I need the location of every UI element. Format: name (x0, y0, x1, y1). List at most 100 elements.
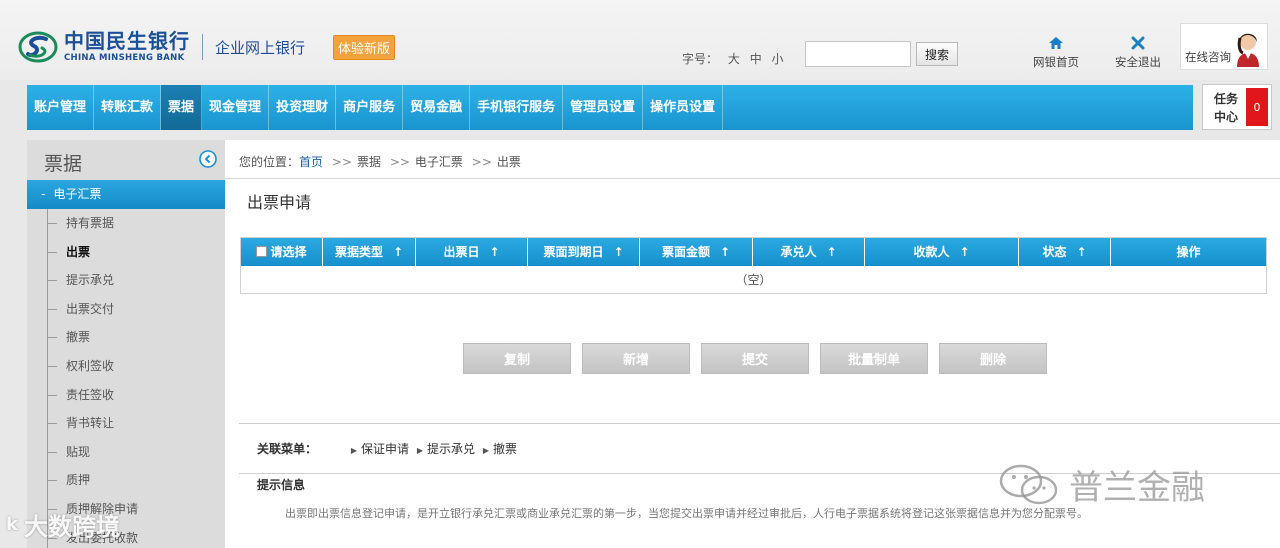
wechat-watermark: 普兰金融 (997, 460, 1205, 509)
platform-logo-icon: k (6, 514, 18, 535)
submit-button[interactable]: 提交 (701, 343, 809, 374)
task-center-label: 任务中心 (1213, 92, 1238, 124)
column-label: 状态 (1042, 245, 1067, 259)
sidebar: 票据 - 电子汇票 持有票据 出票 提示承兑 出票交付 撤票 权利签收 责任签收 … (27, 140, 225, 548)
action-buttons: 复制 新增 提交 批量制单 删除 (463, 343, 1058, 374)
nav-account-management[interactable]: 账户管理 (27, 85, 95, 130)
sidebar-header: 票据 (27, 140, 225, 180)
sidebar-item-rights-receipt[interactable]: 权利签收 (27, 351, 225, 381)
column-label: 票据类型 (334, 245, 383, 259)
font-size-large[interactable]: 大 (728, 52, 740, 66)
search-button[interactable]: 搜索 (916, 42, 958, 66)
column-label: 承兑人 (780, 245, 817, 259)
sort-arrow-icon: ↑ (489, 245, 500, 259)
agent-avatar-icon (1231, 26, 1265, 67)
home-link[interactable]: 网银首页 (1030, 36, 1082, 70)
breadcrumb-prefix: 您的位置： (239, 155, 300, 169)
sidebar-item-pledge[interactable]: 质押 (27, 466, 225, 495)
column-acceptor[interactable]: 承兑人 ↑ (753, 238, 865, 266)
column-label: 收款人 (913, 245, 950, 259)
triangle-right-icon: ▶ (416, 446, 423, 455)
select-all-header[interactable]: 请选择 (241, 238, 323, 266)
table-empty-row: （空） (735, 273, 772, 287)
select-all-label: 请选择 (270, 245, 307, 259)
column-label: 票面到期日 (543, 245, 604, 259)
home-link-label: 网银首页 (1033, 55, 1079, 69)
sort-arrow-icon: ↑ (719, 245, 731, 259)
add-button[interactable]: 新增 (582, 343, 690, 374)
sidebar-item-withdraw[interactable]: 撤票 (27, 323, 225, 352)
column-bill-type[interactable]: 票据类型 ↑ (323, 238, 416, 266)
related-link-prompt-accept[interactable]: 提示承兑 (427, 442, 475, 456)
sidebar-group-label: 电子汇票 (53, 187, 102, 201)
select-all-checkbox[interactable] (256, 246, 268, 257)
platform-watermark-text: 大数跨境 (23, 513, 120, 541)
sidebar-item-endorse[interactable]: 背书转让 (27, 409, 225, 438)
tips-title: 提示信息 (257, 478, 306, 492)
nav-mobile-banking[interactable]: 手机银行服务 (470, 85, 564, 130)
online-consult-label: 在线咨询 (1185, 50, 1231, 64)
nav-cash-management[interactable]: 现金管理 (202, 85, 270, 130)
sidebar-item-issue-deliver[interactable]: 出票交付 (27, 294, 225, 324)
task-center-button[interactable]: 任务中心 0 (1202, 84, 1272, 130)
column-label: 票面金额 (661, 245, 710, 259)
logout-link[interactable]: 安全退出 (1110, 36, 1166, 70)
collapse-arrow-icon[interactable] (199, 150, 217, 168)
nav-trade-finance[interactable]: 贸易金融 (403, 85, 471, 130)
nav-investment[interactable]: 投资理财 (269, 85, 337, 130)
online-consult-button[interactable]: 在线咨询 (1180, 23, 1268, 70)
new-version-badge[interactable]: 体验新版 (333, 34, 396, 60)
related-link-guarantee[interactable]: 保证申请 (361, 442, 409, 456)
column-label: 出票日 (443, 245, 480, 259)
nav-admin-settings[interactable]: 管理员设置 (563, 85, 644, 130)
font-size-small[interactable]: 小 (772, 52, 784, 66)
breadcrumb-divider (225, 178, 1280, 179)
sort-arrow-icon: ↑ (826, 245, 837, 259)
related-menu-label: 关联菜单： (257, 442, 318, 456)
tips-text: 出票即出票信息登记申请，是开立银行承兑汇票或商业承兑汇票的第一步，当您提交出票申… (285, 507, 1088, 520)
copy-button[interactable]: 复制 (463, 343, 571, 374)
breadcrumb-issue: 出票 (496, 155, 521, 169)
batch-create-button[interactable]: 批量制单 (820, 343, 928, 374)
section-divider (239, 423, 1280, 424)
triangle-right-icon: ▶ (482, 446, 489, 455)
main-nav: 账户管理 转账汇款 票据 现金管理 投资理财 商户服务 贸易金融 手机银行服务 … (27, 85, 1193, 130)
sidebar-item-liability-receipt[interactable]: 责任签收 (27, 380, 225, 410)
column-issue-date[interactable]: 出票日 ↑ (416, 238, 528, 266)
bank-logo[interactable]: 中国民生银行 CHINA MINSHENG BANK 企业网上银行 体验新版 (18, 30, 396, 64)
minsheng-logo-icon (18, 30, 58, 64)
logout-link-label: 安全退出 (1115, 55, 1161, 69)
nav-operator-settings[interactable]: 操作员设置 (643, 85, 724, 130)
sidebar-item-held-bills[interactable]: 持有票据 (27, 209, 225, 238)
header: 中国民生银行 CHINA MINSHENG BANK 企业网上银行 体验新版 字… (0, 0, 1280, 80)
column-status[interactable]: 状态 ↑ (1019, 238, 1111, 266)
sidebar-item-issue[interactable]: 出票 (27, 237, 225, 267)
column-payee[interactable]: 收款人 ↑ (865, 238, 1019, 266)
related-menu: 关联菜单： ▶ 保证申请 ▶ 提示承兑 ▶ 撤票 (257, 440, 521, 457)
bill-table: 请选择 票据类型 ↑ 出票日 ↑ 票面到期日 ↑ 票面金额 ↑ 承兑人 ↑ 收款人 ↑ 状态… (240, 237, 1267, 294)
sort-arrow-icon: ↑ (392, 245, 404, 259)
wechat-icon (999, 464, 1058, 504)
nav-transfer[interactable]: 转账汇款 (94, 85, 162, 130)
platform-watermark: k 大数跨境 (6, 507, 120, 542)
sort-arrow-icon: ↑ (1076, 245, 1087, 259)
breadcrumb-separator: >> (331, 155, 352, 169)
font-size-medium[interactable]: 中 (750, 52, 762, 66)
column-amount[interactable]: 票面金额 ↑ (640, 238, 753, 266)
nav-merchant-services[interactable]: 商户服务 (336, 85, 404, 130)
sidebar-item-prompt-accept[interactable]: 提示承兑 (27, 266, 225, 295)
delete-button[interactable]: 删除 (939, 343, 1047, 374)
close-icon (1110, 36, 1166, 50)
wechat-watermark-text: 普兰金融 (1069, 468, 1205, 508)
sort-arrow-icon: ↑ (959, 245, 970, 259)
column-due-date[interactable]: 票面到期日 ↑ (528, 238, 640, 266)
breadcrumb-home[interactable]: 首页 (299, 155, 323, 169)
related-link-withdraw[interactable]: 撤票 (493, 442, 517, 456)
search-input[interactable] (805, 41, 911, 67)
sidebar-group-e-bill[interactable]: - 电子汇票 (27, 180, 225, 209)
task-count-badge: 0 (1246, 88, 1268, 126)
home-icon (1030, 36, 1082, 50)
sidebar-item-discount[interactable]: 贴现 (27, 437, 225, 467)
nav-bills[interactable]: 票据 (161, 85, 203, 130)
breadcrumb-separator: >> (389, 155, 410, 169)
